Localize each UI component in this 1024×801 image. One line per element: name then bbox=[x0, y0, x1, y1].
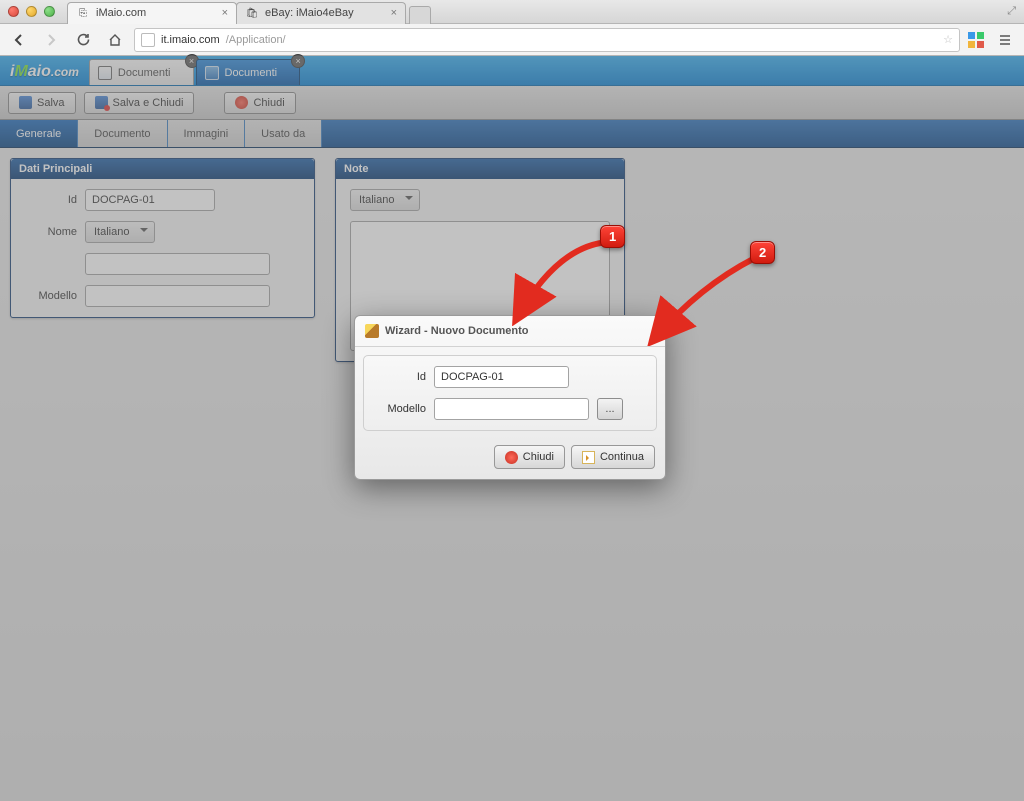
wizard-modal: Wizard - Nuovo Documento Id DOCPAG-01 Mo… bbox=[354, 315, 666, 480]
callout-2: 2 bbox=[750, 241, 775, 264]
tab-close-icon[interactable]: × bbox=[291, 54, 305, 68]
app-logo-main: iMaio bbox=[10, 63, 51, 80]
wizard-id-input[interactable]: DOCPAG-01 bbox=[434, 366, 569, 388]
close-button-label: Chiudi bbox=[253, 97, 284, 109]
nav-forward-button[interactable] bbox=[38, 28, 64, 52]
wizard-continue-button[interactable]: Continua bbox=[571, 445, 655, 469]
wizard-model-browse-button[interactable]: ... bbox=[597, 398, 623, 420]
nav-reload-button[interactable] bbox=[70, 28, 96, 52]
window-traffic-lights[interactable] bbox=[8, 6, 55, 17]
panel-main-data: Dati Principali Id DOCPAG-01 Nome Italia… bbox=[10, 158, 315, 318]
model-label: Modello bbox=[25, 290, 77, 302]
nav-home-button[interactable] bbox=[102, 28, 128, 52]
annotation-arrow-2 bbox=[640, 256, 770, 346]
save-button-label: Salva bbox=[37, 97, 65, 109]
document-icon bbox=[98, 66, 112, 80]
address-bar[interactable]: it.imaio.com/Application/ ☆ bbox=[134, 28, 960, 52]
url-host: it.imaio.com bbox=[161, 34, 220, 46]
form-subtabs: Generale Documento Immagini Usato da bbox=[0, 120, 1024, 148]
continue-icon bbox=[582, 451, 595, 464]
app-tab-label: Documenti bbox=[225, 67, 278, 79]
app-tabbar: iMaio.com Documenti × Documenti × bbox=[0, 56, 1024, 86]
subtab-document[interactable]: Documento bbox=[78, 120, 167, 147]
wizard-wand-icon bbox=[365, 324, 379, 338]
window-close-icon[interactable] bbox=[8, 6, 19, 17]
new-tab-button[interactable] bbox=[409, 6, 431, 24]
wizard-model-input[interactable] bbox=[434, 398, 589, 420]
name-language-select[interactable]: Italiano bbox=[85, 221, 155, 243]
browser-tab-1[interactable]: ⎘ iMaio.com × bbox=[67, 2, 237, 24]
app-tab-documenti-active[interactable]: Documenti × bbox=[196, 59, 301, 85]
save-button[interactable]: Salva bbox=[8, 92, 76, 114]
panel-notes-title: Note bbox=[336, 159, 624, 179]
callout-1: 1 bbox=[600, 225, 625, 248]
save-and-close-button-label: Salva e Chiudi bbox=[113, 97, 184, 109]
extension-icon[interactable] bbox=[966, 30, 986, 50]
wizard-title: Wizard - Nuovo Documento bbox=[385, 325, 529, 337]
tab-close-icon[interactable]: × bbox=[222, 7, 228, 19]
site-info-icon[interactable] bbox=[141, 33, 155, 47]
cancel-icon bbox=[505, 451, 518, 464]
window-minimize-icon[interactable] bbox=[26, 6, 37, 17]
browser-navbar: it.imaio.com/Application/ ☆ bbox=[0, 24, 1024, 56]
favicon-blank-icon: ⎘ bbox=[76, 6, 90, 20]
app-tab-documenti[interactable]: Documenti × bbox=[89, 59, 194, 85]
app-toolbar: Salva Salva e Chiudi Chiudi bbox=[0, 86, 1024, 120]
app-tab-label: Documenti bbox=[118, 67, 171, 79]
tab-close-icon[interactable]: × bbox=[391, 7, 397, 19]
name-label: Nome bbox=[25, 226, 77, 238]
window-titlebar: ⎘ iMaio.com × 🛍 eBay: iMaio4eBay × ⤢ bbox=[0, 0, 1024, 24]
id-label: Id bbox=[25, 194, 77, 206]
browser-tab-1-title: iMaio.com bbox=[96, 7, 146, 19]
browser-tabstrip: ⎘ iMaio.com × 🛍 eBay: iMaio4eBay × bbox=[67, 0, 431, 24]
save-close-icon bbox=[95, 96, 108, 109]
browser-tab-2[interactable]: 🛍 eBay: iMaio4eBay × bbox=[236, 2, 406, 24]
close-button[interactable]: Chiudi bbox=[224, 92, 295, 114]
url-path: /Application/ bbox=[226, 34, 286, 46]
browser-tab-2-title: eBay: iMaio4eBay bbox=[265, 7, 354, 19]
subtab-general[interactable]: Generale bbox=[0, 120, 78, 147]
notes-language-select[interactable]: Italiano bbox=[350, 189, 420, 211]
wizard-close-label: Chiudi bbox=[523, 451, 554, 463]
id-input[interactable]: DOCPAG-01 bbox=[85, 189, 215, 211]
app-logo[interactable]: iMaio.com bbox=[0, 63, 89, 85]
model-input[interactable] bbox=[85, 285, 270, 307]
nav-back-button[interactable] bbox=[6, 28, 32, 52]
name-input[interactable] bbox=[85, 253, 270, 275]
save-and-close-button[interactable]: Salva e Chiudi bbox=[84, 92, 195, 114]
wizard-id-label: Id bbox=[376, 371, 426, 383]
subtab-used-by[interactable]: Usato da bbox=[245, 120, 322, 147]
fullscreen-icon[interactable]: ⤢ bbox=[1007, 5, 1016, 18]
wizard-continue-label: Continua bbox=[600, 451, 644, 463]
wizard-close-button[interactable]: Chiudi bbox=[494, 445, 565, 469]
favicon-ebay-icon: 🛍 bbox=[245, 6, 259, 20]
chrome-menu-button[interactable] bbox=[992, 28, 1018, 52]
document-icon bbox=[205, 66, 219, 80]
wizard-model-label: Modello bbox=[376, 403, 426, 415]
panel-main-title: Dati Principali bbox=[11, 159, 314, 179]
window-zoom-icon[interactable] bbox=[44, 6, 55, 17]
close-icon bbox=[235, 96, 248, 109]
annotation-arrow-1 bbox=[498, 236, 628, 326]
subtab-images[interactable]: Immagini bbox=[168, 120, 246, 147]
save-icon bbox=[19, 96, 32, 109]
app-logo-suffix: .com bbox=[51, 65, 79, 79]
bookmark-star-icon[interactable]: ☆ bbox=[943, 33, 953, 46]
